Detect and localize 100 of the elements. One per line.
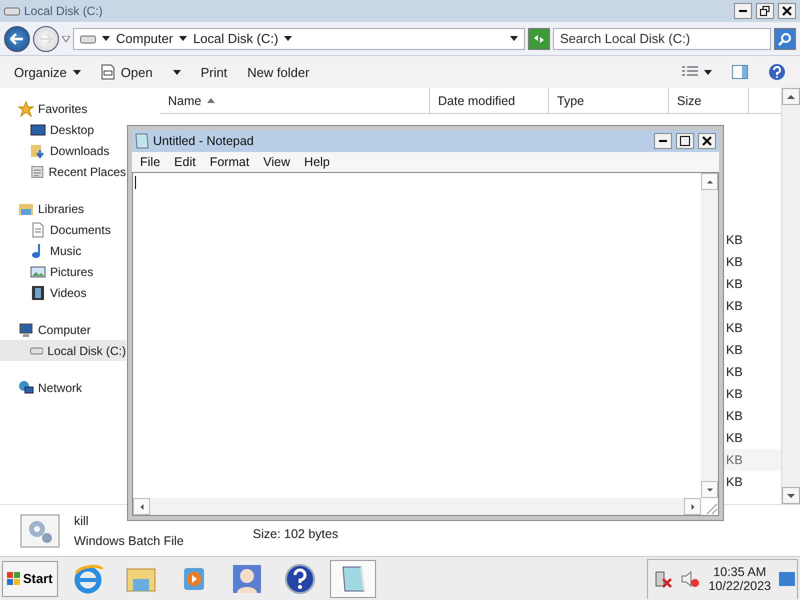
menu-item[interactable]: Format (204, 155, 256, 169)
minimize-button[interactable] (654, 133, 672, 149)
nav-item[interactable]: Favorites (0, 98, 126, 119)
refresh-button[interactable] (528, 28, 550, 50)
size-cell: KB (726, 365, 743, 379)
scroll-up-icon (706, 178, 712, 184)
breadcrumb[interactable]: Computer (116, 31, 174, 46)
size-cell: KB (726, 255, 743, 269)
address-bar[interactable]: Computer Local Disk (C:) (73, 28, 525, 50)
scroll-down-icon (787, 492, 795, 500)
size-cell: KB (726, 299, 743, 313)
menu-item[interactable]: File (134, 155, 166, 169)
nav-item[interactable]: Local Disk (C:) (0, 340, 126, 361)
nav-item[interactable]: Network (0, 377, 126, 398)
maximize-button[interactable] (676, 133, 694, 149)
network-disconnected-icon[interactable] (654, 570, 672, 588)
scroll-down-button[interactable] (701, 481, 718, 498)
scrollbar[interactable] (781, 88, 800, 504)
size-cell: KB (726, 233, 743, 247)
scroll-down-icon (706, 486, 712, 492)
caret-icon (179, 36, 188, 41)
size-cell: KB (726, 321, 743, 335)
recent-places-icon (30, 164, 45, 180)
scroll-right-icon (690, 504, 696, 510)
back-arrow-icon (10, 32, 24, 44)
sort-arrow-icon (207, 98, 216, 103)
scroll-up-button[interactable] (701, 173, 718, 190)
column-header[interactable]: Type (549, 88, 669, 113)
size-cell: KB (726, 431, 743, 445)
close-icon (702, 136, 712, 146)
scroll-left-button[interactable] (133, 498, 150, 515)
nav-item[interactable]: Videos (0, 282, 126, 303)
column-header[interactable]: Date modified (430, 88, 549, 113)
document-icon (30, 222, 46, 238)
taskbar-app[interactable] (330, 560, 376, 598)
menu-item[interactable]: Edit (168, 155, 202, 169)
notepad-icon (135, 133, 149, 149)
scroll-up-button[interactable] (782, 88, 800, 105)
computer-icon (18, 322, 34, 338)
refresh-icon (532, 32, 546, 44)
window-title: Untitled - Notepad (153, 134, 255, 148)
drive-icon (80, 34, 96, 44)
toolbar-button[interactable]: Open (92, 61, 189, 83)
search-icon (778, 32, 792, 46)
browser-icon (72, 562, 104, 594)
caret-icon (284, 36, 292, 41)
search-field[interactable]: Search Local Disk (C:) (553, 28, 771, 50)
menu-item[interactable]: Help (298, 155, 336, 169)
drive-icon (30, 346, 44, 354)
maximize-icon (680, 136, 690, 146)
caret-icon (704, 70, 712, 74)
scroll-right-button[interactable] (684, 498, 701, 515)
history-caret-icon[interactable] (62, 36, 70, 42)
nav-item[interactable]: Documents (0, 219, 126, 240)
menu-item[interactable]: View (257, 155, 296, 169)
caret-icon (172, 70, 181, 74)
restore-button[interactable] (756, 3, 774, 19)
nav-item[interactable]: Downloads (0, 140, 126, 161)
start-button[interactable]: Start (2, 560, 58, 596)
nav-item[interactable]: Recent Places (0, 161, 126, 182)
column-header[interactable]: Size (669, 88, 749, 113)
monitor-icon (30, 122, 46, 138)
nav-item[interactable]: Computer (0, 319, 126, 340)
minimize-button[interactable] (734, 3, 752, 19)
size-cell: KB (726, 475, 743, 489)
size-cell: KB (726, 409, 743, 423)
window-title: Local Disk (C:) (24, 4, 104, 18)
scroll-down-button[interactable] (782, 487, 800, 504)
toolbar-button[interactable]: New folder (239, 62, 318, 82)
size-cell: KB (726, 453, 743, 467)
size-cell: KB (726, 277, 743, 291)
toolbar-button[interactable]: Organize (6, 62, 89, 82)
film-icon (30, 284, 46, 300)
minimize-icon (739, 10, 747, 12)
toolbar-button[interactable]: Print (192, 62, 236, 82)
preview-pane-icon (732, 65, 748, 79)
help-icon (768, 63, 786, 81)
file-name: kill (74, 514, 90, 528)
windows-logo-icon (7, 572, 21, 586)
speaker-muted-icon[interactable] (680, 570, 700, 588)
close-button[interactable] (778, 3, 796, 19)
minimize-icon (659, 140, 667, 142)
nav-item[interactable]: Libraries (0, 198, 126, 219)
document-icon (100, 64, 115, 80)
restore-icon (760, 6, 770, 16)
breadcrumb[interactable]: Local Disk (C:) (193, 31, 278, 46)
avatar-icon (230, 562, 263, 594)
nav-item[interactable]: Music (0, 240, 126, 261)
column-header[interactable]: Name (160, 88, 430, 113)
network-icon (18, 380, 34, 396)
search-button[interactable] (774, 28, 796, 50)
caret-icon (72, 70, 81, 74)
nav-item[interactable]: Desktop (0, 119, 126, 140)
close-button[interactable] (698, 133, 716, 149)
back-button[interactable] (4, 26, 30, 52)
close-icon (782, 6, 792, 16)
forward-button[interactable] (33, 26, 59, 52)
nav-item[interactable]: Pictures (0, 261, 126, 282)
scroll-up-icon (787, 92, 795, 100)
file-type: Windows Batch File (74, 534, 184, 548)
